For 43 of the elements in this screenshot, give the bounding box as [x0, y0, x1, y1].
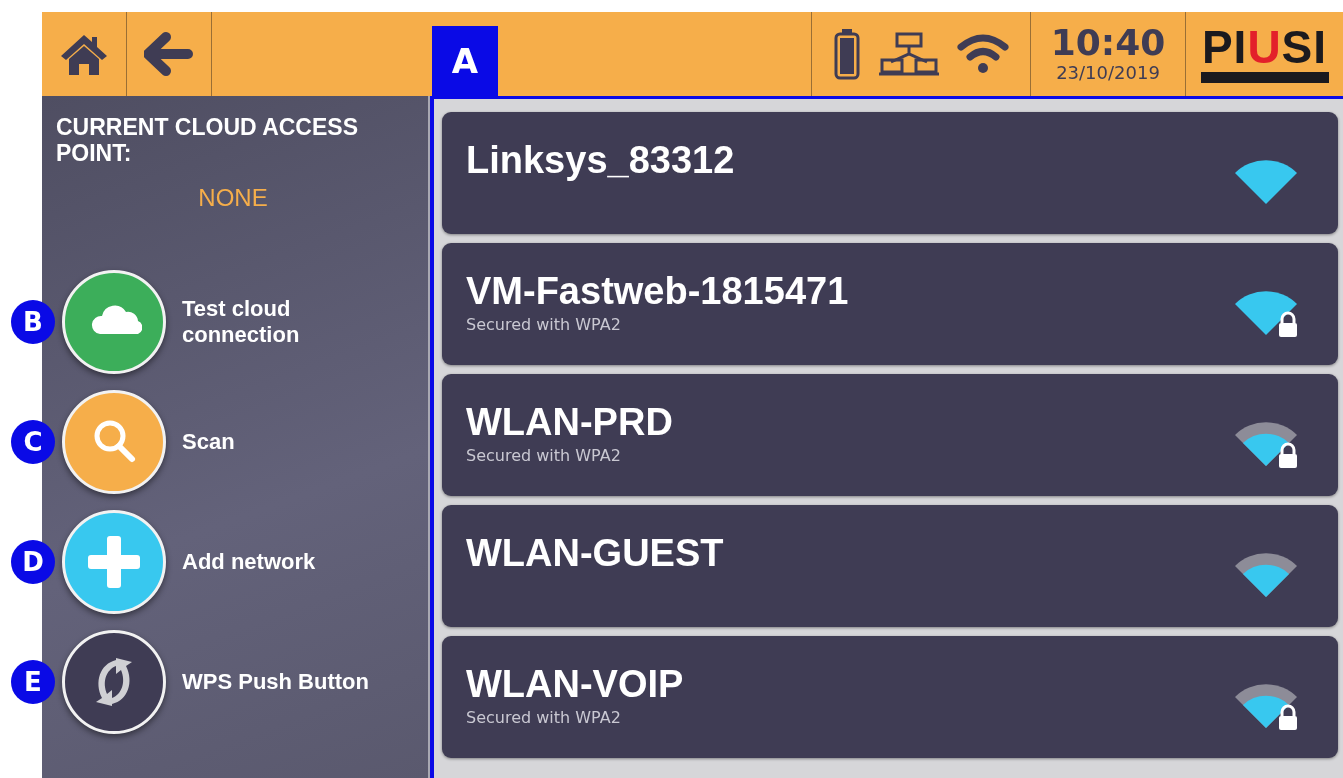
- clock-time: 10:40: [1050, 24, 1166, 62]
- action-label: Test cloud connection: [182, 296, 301, 348]
- security-text: Secured with WPA2: [466, 708, 622, 728]
- wifi-network-card[interactable]: VM-Fastweb-1815471 Secured with WPA2: [442, 243, 1338, 365]
- home-icon[interactable]: [59, 32, 109, 76]
- security-text: Secured with WPA2: [466, 446, 622, 466]
- network-name: WLAN-VOIP: [466, 662, 685, 706]
- brand-logo: PIUSI: [1186, 12, 1343, 96]
- wifi-signal-icon: [1235, 291, 1297, 335]
- callout-label: C: [11, 420, 55, 464]
- wifi-network-card[interactable]: WLAN-GUEST: [442, 505, 1338, 627]
- wifi-network-card[interactable]: WLAN-PRD Secured with WPA2: [442, 374, 1338, 496]
- cloud-access-value: NONE: [198, 183, 268, 212]
- network-name: WLAN-GUEST: [466, 531, 725, 575]
- wifi-signal-icon: [1235, 553, 1297, 597]
- callout-label: B: [11, 300, 55, 344]
- network-name: Linksys_83312: [466, 138, 736, 182]
- cloud-access-title: CURRENT CLOUD ACCESS POINT:: [55, 113, 359, 166]
- network-name: VM-Fastweb-1815471: [466, 269, 850, 313]
- callout-label: A: [432, 26, 498, 96]
- back-arrow-icon[interactable]: [144, 32, 194, 76]
- wifi-network-card[interactable]: WLAN-VOIP Secured with WPA2: [442, 636, 1338, 758]
- callout-label: E: [11, 660, 55, 704]
- network-name: WLAN-PRD: [466, 400, 674, 444]
- padlock-icon: [1279, 311, 1297, 337]
- clock-date: 23/10/2019: [1056, 62, 1160, 84]
- wifi-signal-icon: [1235, 160, 1297, 204]
- plus-icon: [86, 534, 142, 590]
- callout-label: D: [11, 540, 55, 584]
- padlock-icon: [1279, 704, 1297, 730]
- action-label: WPS Push Button: [182, 669, 370, 695]
- add-action-button[interactable]: [62, 510, 166, 614]
- wps-action-button[interactable]: [62, 630, 166, 734]
- security-text: Secured with WPA2: [466, 315, 622, 335]
- action-label: Add network: [182, 549, 317, 575]
- padlock-icon: [1279, 442, 1297, 468]
- action-label: Scan: [182, 429, 236, 455]
- network-icon: [879, 32, 939, 76]
- cloud-action-button[interactable]: [62, 270, 166, 374]
- wifi-network-card[interactable]: Linksys_83312: [442, 112, 1338, 234]
- battery-icon: [833, 28, 861, 80]
- search-action-button[interactable]: [62, 390, 166, 494]
- wifi-icon: [957, 33, 1009, 75]
